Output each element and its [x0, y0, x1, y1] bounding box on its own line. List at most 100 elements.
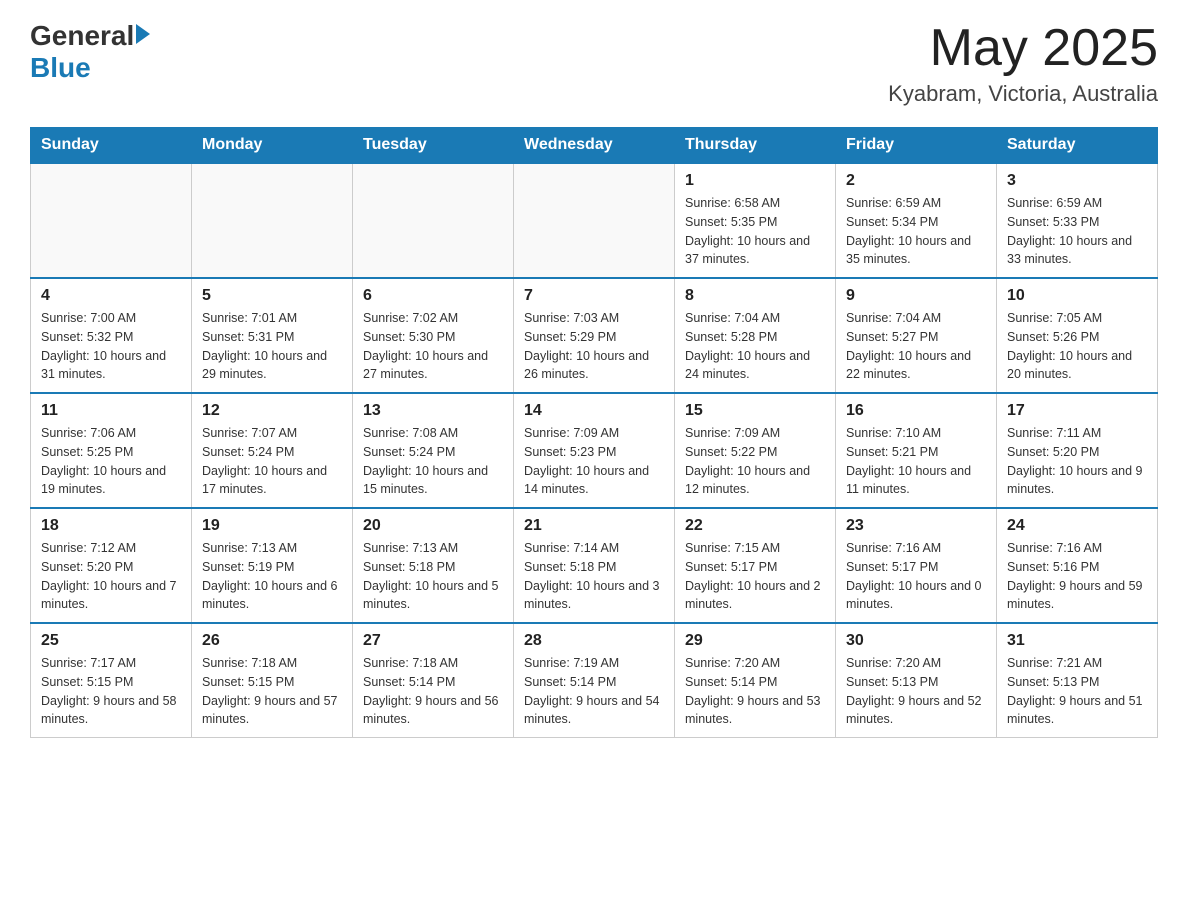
- day-info: Sunrise: 7:14 AM Sunset: 5:18 PM Dayligh…: [524, 539, 664, 614]
- day-info: Sunrise: 6:58 AM Sunset: 5:35 PM Dayligh…: [685, 194, 825, 269]
- calendar-cell: 2Sunrise: 6:59 AM Sunset: 5:34 PM Daylig…: [836, 163, 997, 278]
- week-row-3: 11 Sunrise: 7:06 AM Sunset: 5:25 PM Dayli…: [31, 393, 1158, 508]
- day-info: Sunrise: 7:09 AM Sunset: 5:23 PM Dayligh…: [524, 424, 664, 499]
- calendar-cell: 18Sunrise: 7:12 AM Sunset: 5:20 PM Dayli…: [31, 508, 192, 623]
- column-header-thursday: Thursday: [675, 128, 836, 164]
- day-info: Sunrise: 7:06 AM Sunset: 5:25 PM Dayligh…: [41, 424, 181, 499]
- day-number: 16: [846, 402, 986, 420]
- calendar-cell: 27 Sunrise: 7:18 AM Sunset: 5:14 PM Dayli…: [353, 623, 514, 738]
- calendar-cell: 25 Sunrise: 7:17 AM Sunset: 5:15 PM Dayli…: [31, 623, 192, 738]
- day-number: 12: [202, 402, 342, 420]
- calendar-cell: 7 Sunrise: 7:03 AM Sunset: 5:29 PM Daylig…: [514, 278, 675, 393]
- day-number: 7: [524, 287, 664, 305]
- calendar-cell: 22 Sunrise: 7:15 AM Sunset: 5:17 PM Dayli…: [675, 508, 836, 623]
- calendar-cell: [514, 163, 675, 278]
- column-header-tuesday: Tuesday: [353, 128, 514, 164]
- day-number: 26: [202, 632, 342, 650]
- calendar-table: SundayMondayTuesdayWednesdayThursdayFrid…: [30, 127, 1158, 738]
- day-info: Sunrise: 7:05 AM Sunset: 5:26 PM Dayligh…: [1007, 309, 1147, 384]
- month-year-title: May 2025: [888, 20, 1158, 77]
- day-number: 3: [1007, 172, 1147, 190]
- day-info: Sunrise: 7:20 AM Sunset: 5:14 PM Dayligh…: [685, 654, 825, 729]
- calendar-cell: [31, 163, 192, 278]
- day-number: 31: [1007, 632, 1147, 650]
- day-info: Sunrise: 7:20 AM Sunset: 5:13 PM Dayligh…: [846, 654, 986, 729]
- calendar-cell: 4 Sunrise: 7:00 AM Sunset: 5:32 PM Daylig…: [31, 278, 192, 393]
- day-number: 11: [41, 402, 181, 420]
- day-number: 5: [202, 287, 342, 305]
- calendar-cell: 13 Sunrise: 7:08 AM Sunset: 5:24 PM Dayli…: [353, 393, 514, 508]
- day-number: 15: [685, 402, 825, 420]
- calendar-cell: 15Sunrise: 7:09 AM Sunset: 5:22 PM Dayli…: [675, 393, 836, 508]
- day-info: Sunrise: 7:18 AM Sunset: 5:15 PM Dayligh…: [202, 654, 342, 729]
- week-row-4: 18Sunrise: 7:12 AM Sunset: 5:20 PM Dayli…: [31, 508, 1158, 623]
- day-info: Sunrise: 7:08 AM Sunset: 5:24 PM Dayligh…: [363, 424, 503, 499]
- day-number: 20: [363, 517, 503, 535]
- day-info: Sunrise: 7:18 AM Sunset: 5:14 PM Dayligh…: [363, 654, 503, 729]
- logo-blue-text: Blue: [30, 52, 91, 84]
- column-header-saturday: Saturday: [997, 128, 1158, 164]
- day-info: Sunrise: 7:04 AM Sunset: 5:28 PM Dayligh…: [685, 309, 825, 384]
- day-number: 13: [363, 402, 503, 420]
- calendar-cell: 5Sunrise: 7:01 AM Sunset: 5:31 PM Daylig…: [192, 278, 353, 393]
- day-info: Sunrise: 7:17 AM Sunset: 5:15 PM Dayligh…: [41, 654, 181, 729]
- day-info: Sunrise: 7:16 AM Sunset: 5:16 PM Dayligh…: [1007, 539, 1147, 614]
- week-row-2: 4 Sunrise: 7:00 AM Sunset: 5:32 PM Daylig…: [31, 278, 1158, 393]
- calendar-cell: 8 Sunrise: 7:04 AM Sunset: 5:28 PM Daylig…: [675, 278, 836, 393]
- day-info: Sunrise: 7:10 AM Sunset: 5:21 PM Dayligh…: [846, 424, 986, 499]
- calendar-cell: 10 Sunrise: 7:05 AM Sunset: 5:26 PM Dayli…: [997, 278, 1158, 393]
- day-number: 6: [363, 287, 503, 305]
- calendar-cell: [353, 163, 514, 278]
- day-info: Sunrise: 7:16 AM Sunset: 5:17 PM Dayligh…: [846, 539, 986, 614]
- calendar-cell: 3 Sunrise: 6:59 AM Sunset: 5:33 PM Daylig…: [997, 163, 1158, 278]
- day-info: Sunrise: 7:03 AM Sunset: 5:29 PM Dayligh…: [524, 309, 664, 384]
- day-info: Sunrise: 7:19 AM Sunset: 5:14 PM Dayligh…: [524, 654, 664, 729]
- calendar-cell: 1Sunrise: 6:58 AM Sunset: 5:35 PM Daylig…: [675, 163, 836, 278]
- day-info: Sunrise: 7:13 AM Sunset: 5:19 PM Dayligh…: [202, 539, 342, 614]
- day-number: 17: [1007, 402, 1147, 420]
- day-info: Sunrise: 7:02 AM Sunset: 5:30 PM Dayligh…: [363, 309, 503, 384]
- day-number: 4: [41, 287, 181, 305]
- day-number: 28: [524, 632, 664, 650]
- day-info: Sunrise: 7:12 AM Sunset: 5:20 PM Dayligh…: [41, 539, 181, 614]
- calendar-cell: 12Sunrise: 7:07 AM Sunset: 5:24 PM Dayli…: [192, 393, 353, 508]
- day-number: 22: [685, 517, 825, 535]
- calendar-cell: 17 Sunrise: 7:11 AM Sunset: 5:20 PM Dayli…: [997, 393, 1158, 508]
- day-info: Sunrise: 7:15 AM Sunset: 5:17 PM Dayligh…: [685, 539, 825, 614]
- day-number: 8: [685, 287, 825, 305]
- logo: General Blue: [30, 20, 150, 84]
- day-info: Sunrise: 7:11 AM Sunset: 5:20 PM Dayligh…: [1007, 424, 1147, 499]
- calendar-cell: 31 Sunrise: 7:21 AM Sunset: 5:13 PM Dayli…: [997, 623, 1158, 738]
- column-header-sunday: Sunday: [31, 128, 192, 164]
- calendar-cell: 14Sunrise: 7:09 AM Sunset: 5:23 PM Dayli…: [514, 393, 675, 508]
- calendar-cell: 23 Sunrise: 7:16 AM Sunset: 5:17 PM Dayli…: [836, 508, 997, 623]
- calendar-cell: 28 Sunrise: 7:19 AM Sunset: 5:14 PM Dayli…: [514, 623, 675, 738]
- column-header-monday: Monday: [192, 128, 353, 164]
- calendar-cell: 11 Sunrise: 7:06 AM Sunset: 5:25 PM Dayli…: [31, 393, 192, 508]
- day-number: 27: [363, 632, 503, 650]
- day-info: Sunrise: 6:59 AM Sunset: 5:33 PM Dayligh…: [1007, 194, 1147, 269]
- title-block: May 2025 Kyabram, Victoria, Australia: [888, 20, 1158, 107]
- location-subtitle: Kyabram, Victoria, Australia: [888, 81, 1158, 107]
- calendar-cell: 30Sunrise: 7:20 AM Sunset: 5:13 PM Dayli…: [836, 623, 997, 738]
- day-info: Sunrise: 7:21 AM Sunset: 5:13 PM Dayligh…: [1007, 654, 1147, 729]
- column-header-friday: Friday: [836, 128, 997, 164]
- calendar-cell: 21 Sunrise: 7:14 AM Sunset: 5:18 PM Dayli…: [514, 508, 675, 623]
- day-number: 10: [1007, 287, 1147, 305]
- calendar-header-row: SundayMondayTuesdayWednesdayThursdayFrid…: [31, 128, 1158, 164]
- day-number: 19: [202, 517, 342, 535]
- calendar-cell: 26 Sunrise: 7:18 AM Sunset: 5:15 PM Dayli…: [192, 623, 353, 738]
- day-number: 24: [1007, 517, 1147, 535]
- day-number: 25: [41, 632, 181, 650]
- day-number: 9: [846, 287, 986, 305]
- day-info: Sunrise: 7:04 AM Sunset: 5:27 PM Dayligh…: [846, 309, 986, 384]
- day-number: 21: [524, 517, 664, 535]
- day-number: 23: [846, 517, 986, 535]
- calendar-cell: 9 Sunrise: 7:04 AM Sunset: 5:27 PM Daylig…: [836, 278, 997, 393]
- calendar-cell: 20 Sunrise: 7:13 AM Sunset: 5:18 PM Dayli…: [353, 508, 514, 623]
- calendar-cell: 19 Sunrise: 7:13 AM Sunset: 5:19 PM Dayli…: [192, 508, 353, 623]
- calendar-cell: 16 Sunrise: 7:10 AM Sunset: 5:21 PM Dayli…: [836, 393, 997, 508]
- day-info: Sunrise: 7:00 AM Sunset: 5:32 PM Dayligh…: [41, 309, 181, 384]
- week-row-5: 25 Sunrise: 7:17 AM Sunset: 5:15 PM Dayli…: [31, 623, 1158, 738]
- day-info: Sunrise: 7:13 AM Sunset: 5:18 PM Dayligh…: [363, 539, 503, 614]
